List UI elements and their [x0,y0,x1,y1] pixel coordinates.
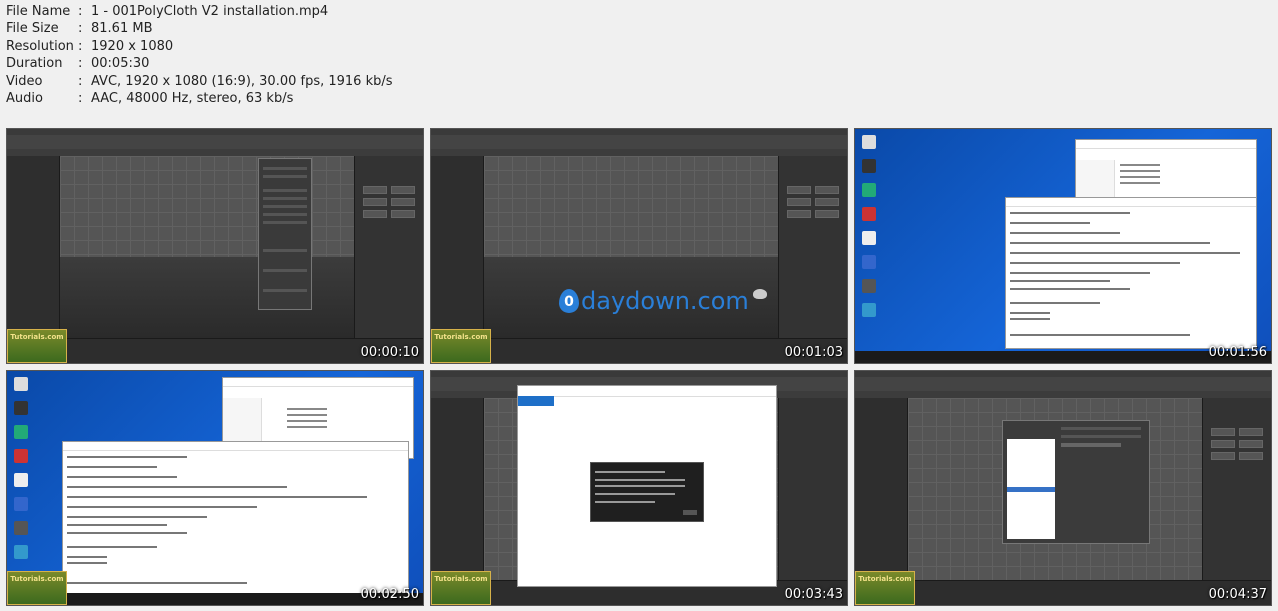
command-panel [354,156,423,339]
info-key: Duration [6,56,63,72]
info-separator: : [78,56,83,72]
app-toolbar [855,377,1271,392]
notepad-window [1005,197,1257,349]
scene-explorer [431,398,484,581]
site-watermark: 0 daydown.com [559,287,749,315]
desktop-background [855,129,1271,363]
teapot-object [753,289,767,299]
app-toolbar [431,135,847,150]
email-app-window [517,385,777,587]
thumbnail-grid: Tutorials.com 00:00:10 0 daydown.com Tut… [6,128,1272,606]
info-value: 81.61 MB [91,21,153,37]
watermark-text: daydown.com [581,287,749,315]
scene-explorer [855,398,908,581]
info-value: 1920 x 1080 [91,38,174,54]
channel-logo: Tutorials.com [855,571,915,605]
scene-explorer [7,156,60,339]
app-ribbon [855,391,1271,398]
media-info: File Name : 1 - 001PolyCloth V2 installa… [6,3,393,107]
info-separator: : [78,21,83,37]
info-row-file-size: File Size : 81.61 MB [6,20,393,37]
info-key: Video [6,73,43,89]
desktop-background [7,371,423,605]
thumbnail-1[interactable]: Tutorials.com 00:00:10 [6,128,424,364]
timestamp: 00:00:10 [360,345,419,360]
channel-logo: Tutorials.com [431,329,491,363]
desktop-icons [10,377,32,569]
channel-logo: Tutorials.com [7,571,67,605]
watermark-logo-icon: 0 [559,289,579,313]
info-row-audio: Audio : AAC, 48000 Hz, stereo, 63 kb/s [6,90,393,107]
timestamp: 00:01:56 [1208,345,1267,360]
app-ribbon [7,149,423,156]
timestamp: 00:04:37 [1208,587,1267,602]
timestamp: 00:01:03 [784,345,843,360]
info-value: AAC, 48000 Hz, stereo, 63 kb/s [91,91,294,107]
command-panel [1202,398,1271,581]
info-separator: : [78,38,83,54]
thumbnail-2[interactable]: 0 daydown.com Tutorials.com 00:01:03 [430,128,848,364]
thumbnail-3[interactable]: 00:01:56 [854,128,1272,364]
viewport [908,398,1203,581]
timestamp: 00:02:50 [360,587,419,602]
app-toolbar [7,135,423,150]
info-row-resolution: Resolution : 1920 x 1080 [6,38,393,55]
info-row-video: Video : AVC, 1920 x 1080 (16:9), 30.00 f… [6,73,393,90]
info-separator: : [78,91,83,107]
info-value: AVC, 1920 x 1080 (16:9), 30.00 fps, 1916… [91,73,393,89]
channel-logo: Tutorials.com [431,571,491,605]
command-panel [778,156,847,339]
channel-logo: Tutorials.com [7,329,67,363]
desktop-icons [858,135,880,327]
scene-explorer [431,156,484,339]
thumbnail-6[interactable]: Tutorials.com 00:04:37 [854,370,1272,606]
viewport [60,156,355,339]
plugin-dialog [258,158,312,310]
thumbnail-5[interactable]: Tutorials.com 00:03:43 [430,370,848,606]
info-value: 1 - 001PolyCloth V2 installation.mp4 [91,4,329,19]
info-key: Resolution [6,38,74,54]
info-key: Audio [6,91,43,107]
info-row-duration: Duration : 00:05:30 [6,55,393,72]
app-ribbon [431,149,847,156]
info-value: 00:05:30 [91,56,150,72]
info-separator: : [78,73,83,89]
info-separator: : [78,4,83,19]
message-modal [590,462,704,522]
info-key: File Name [6,4,71,19]
thumbnail-4[interactable]: Tutorials.com 00:02:50 [6,370,424,606]
info-row-file-name: File Name : 1 - 001PolyCloth V2 installa… [6,3,393,20]
customize-ui-dialog [1002,420,1150,544]
timestamp: 00:03:43 [784,587,843,602]
notepad-window [62,441,409,601]
command-panel [778,398,847,581]
info-key: File Size [6,21,59,37]
